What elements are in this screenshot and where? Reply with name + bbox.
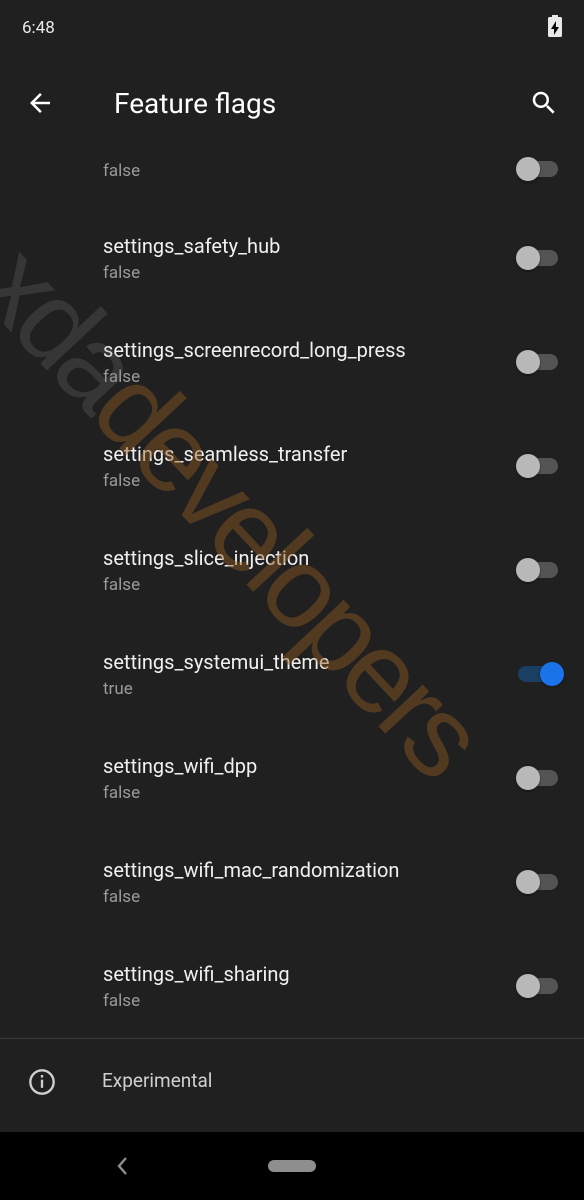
feature-flag-row[interactable]: settings_systemui_themetrue: [0, 622, 584, 726]
toggle-switch[interactable]: [516, 870, 564, 894]
flag-name: settings_seamless_transfer: [103, 441, 508, 467]
flag-name: settings_systemui_theme: [103, 649, 508, 675]
row-text: settings_wifi_sharingfalse: [103, 961, 516, 1011]
search-button[interactable]: [524, 83, 564, 123]
app-bar: Feature flags: [0, 56, 584, 150]
feature-flag-row[interactable]: settings_screenrecord_long_pressfalse: [0, 310, 584, 414]
row-text: settings_wifi_mac_randomizationfalse: [103, 857, 516, 907]
nav-back-icon[interactable]: [116, 1156, 130, 1180]
toggle-switch[interactable]: [516, 454, 564, 478]
flag-value: false: [103, 263, 508, 283]
flag-value: false: [103, 575, 508, 595]
feature-flag-row[interactable]: settings_seamless_transferfalse: [0, 414, 584, 518]
toggle-switch[interactable]: [516, 350, 564, 374]
experimental-label: Experimental: [102, 1069, 212, 1092]
flag-name: settings_screenrecord_long_press: [103, 337, 508, 363]
feature-flag-row[interactable]: settings_wifi_sharingfalse: [0, 934, 584, 1038]
status-bar: 6:48: [0, 0, 584, 56]
feature-flag-row[interactable]: settings_safety_hubfalse: [0, 206, 584, 310]
feature-flag-row[interactable]: settings_wifi_mac_randomizationfalse: [0, 830, 584, 934]
flag-name: settings_wifi_dpp: [103, 753, 508, 779]
flag-name: settings_wifi_sharing: [103, 961, 508, 987]
status-time: 6:48: [22, 18, 55, 38]
row-text: false: [103, 157, 516, 181]
page-title: Feature flags: [114, 87, 524, 120]
flag-value: false: [103, 783, 508, 803]
flag-value: false: [103, 991, 508, 1011]
toggle-switch[interactable]: [516, 974, 564, 998]
flag-value: false: [103, 471, 508, 491]
toggle-switch[interactable]: [516, 246, 564, 270]
flag-name: settings_wifi_mac_randomization: [103, 857, 508, 883]
row-text: settings_systemui_themetrue: [103, 649, 516, 699]
experimental-row: Experimental: [0, 1039, 584, 1121]
toggle-switch[interactable]: [516, 558, 564, 582]
row-text: settings_wifi_dppfalse: [103, 753, 516, 803]
flag-value: false: [103, 367, 508, 387]
row-text: settings_slice_injectionfalse: [103, 545, 516, 595]
back-button[interactable]: [20, 83, 60, 123]
system-nav-bar: [0, 1132, 584, 1200]
info-icon: [28, 1068, 52, 1092]
nav-home-pill[interactable]: [268, 1160, 316, 1172]
battery-charging-icon: [548, 15, 562, 42]
feature-flag-row[interactable]: settings_wifi_dppfalse: [0, 726, 584, 830]
feature-flag-row[interactable]: false: [0, 150, 584, 206]
row-text: settings_seamless_transferfalse: [103, 441, 516, 491]
toggle-switch[interactable]: [516, 766, 564, 790]
row-text: settings_safety_hubfalse: [103, 233, 516, 283]
toggle-switch[interactable]: [516, 662, 564, 686]
feature-flags-list: falsesettings_safety_hubfalsesettings_sc…: [0, 150, 584, 1038]
feature-flag-row[interactable]: settings_slice_injectionfalse: [0, 518, 584, 622]
flag-value: true: [103, 679, 508, 699]
flag-value: false: [103, 161, 508, 181]
toggle-switch[interactable]: [516, 157, 564, 181]
row-text: settings_screenrecord_long_pressfalse: [103, 337, 516, 387]
flag-name: settings_safety_hub: [103, 233, 508, 259]
flag-name: settings_slice_injection: [103, 545, 508, 571]
flag-value: false: [103, 887, 508, 907]
